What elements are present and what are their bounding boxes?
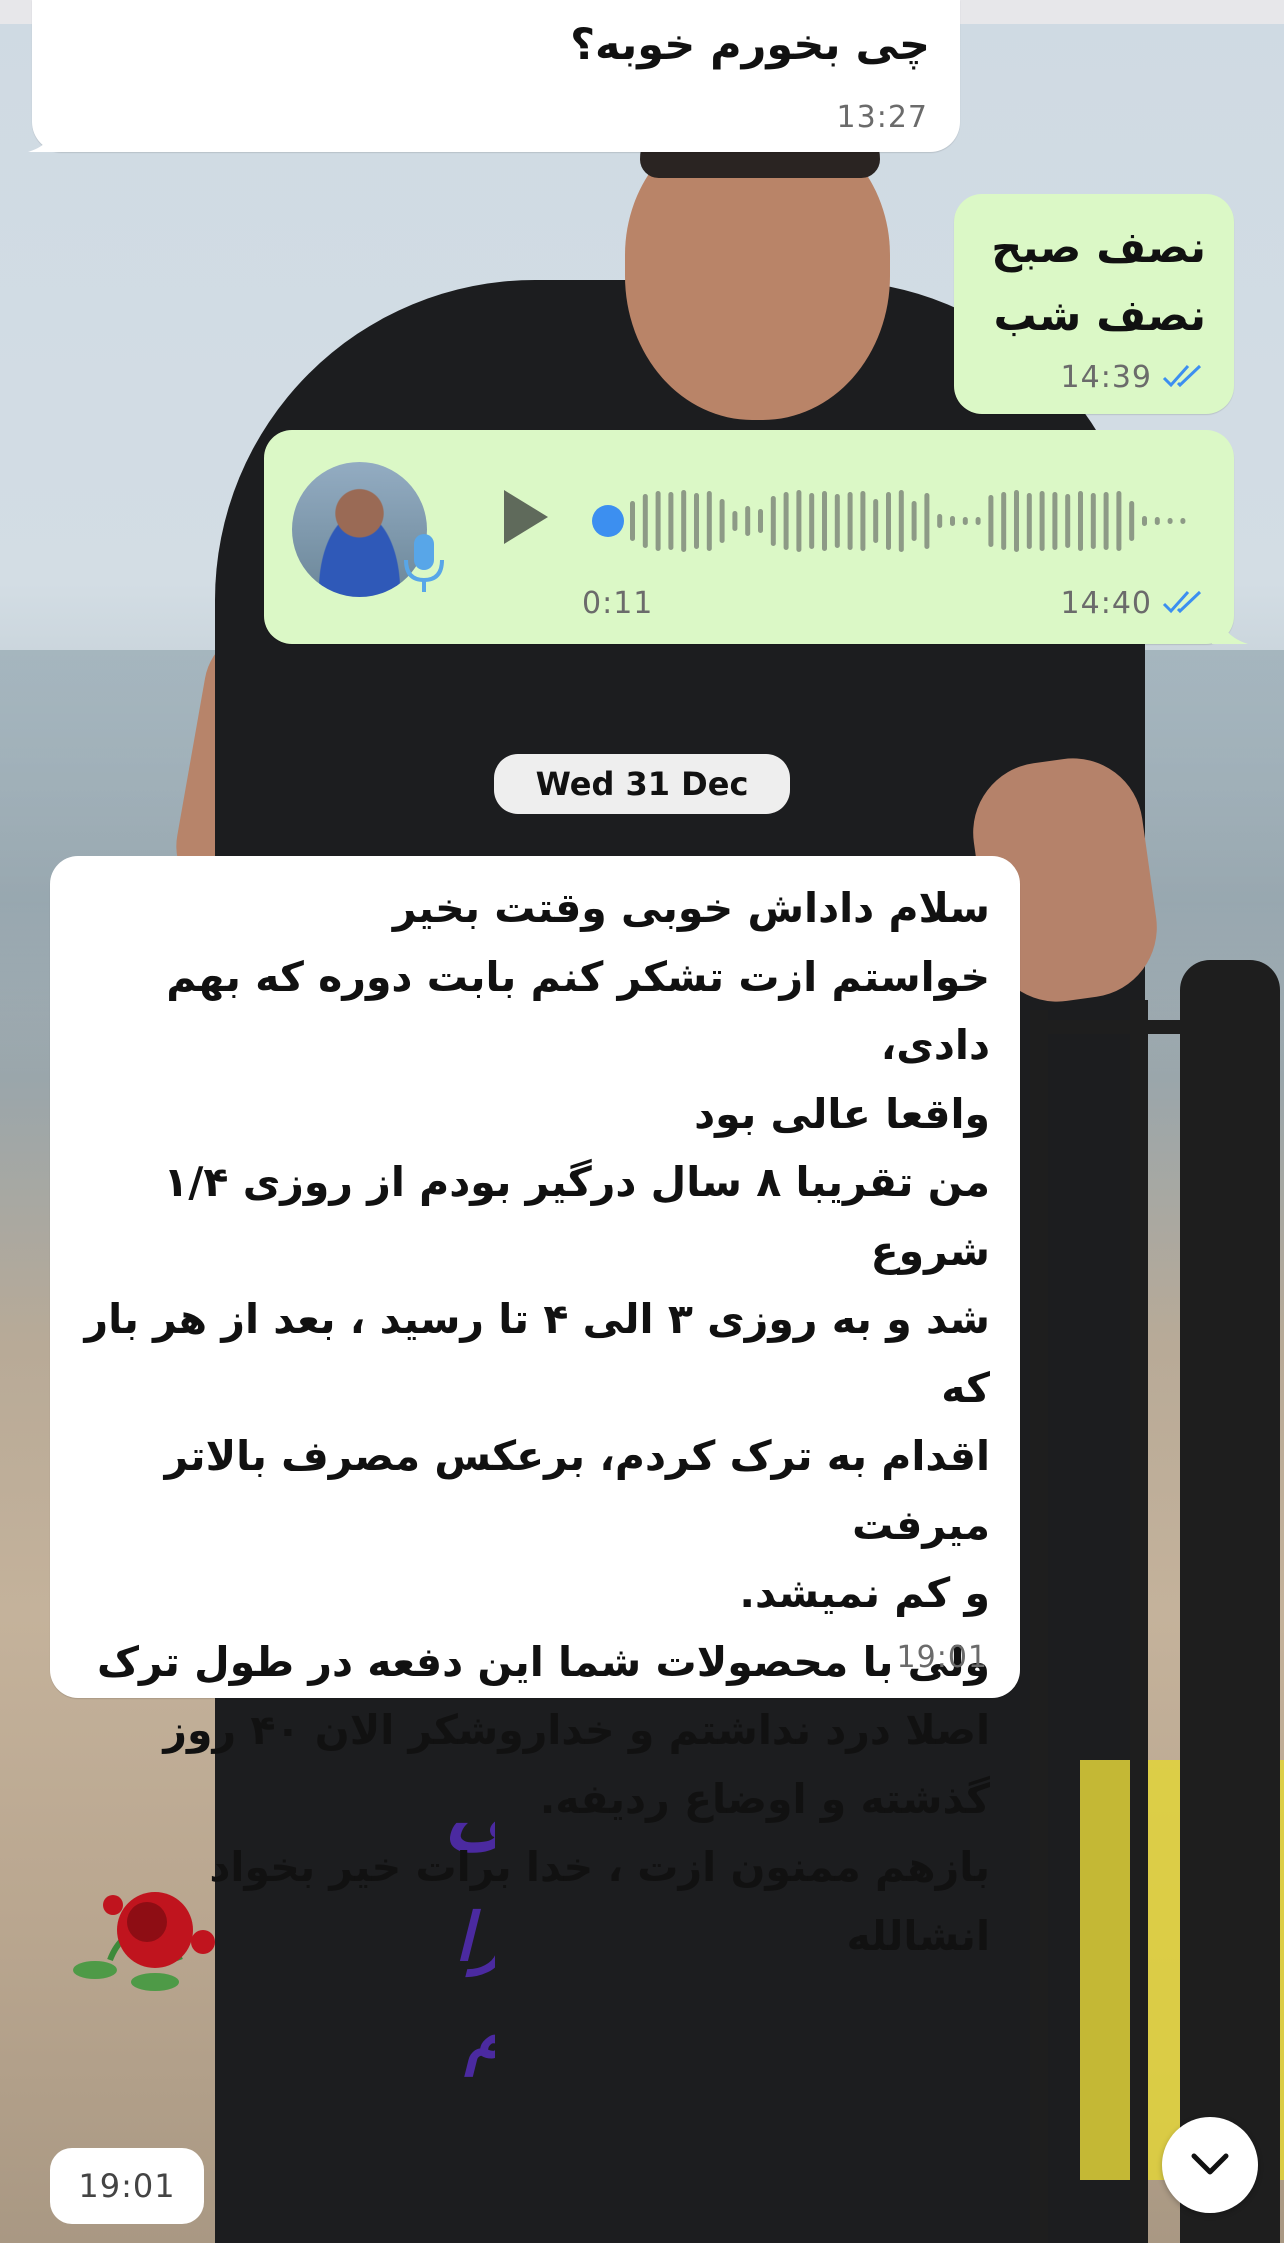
chevron-down-icon — [1191, 2153, 1229, 2175]
calligraphy-line-3: برایت آرزو دارم — [464, 1995, 495, 2078]
waveform-bar — [655, 491, 661, 551]
waveform-bar — [950, 516, 955, 526]
waveform-bar — [1154, 517, 1160, 525]
outgoing-message[interactable]: نصف صبح نصف شب 14:39 — [954, 194, 1234, 414]
waveform-bar — [1039, 491, 1045, 551]
waveform-bar — [1014, 490, 1019, 552]
waveform-bar — [937, 514, 943, 528]
waveform-bar — [630, 501, 635, 541]
waveform-bar — [732, 511, 738, 531]
waveform-bar — [642, 494, 648, 548]
waveform-bar — [1116, 491, 1122, 551]
message-text: سلام داداش خوبی وقتت بخیر خواستم ازت تشک… — [84, 884, 991, 1960]
waveform-bar — [758, 509, 763, 533]
waveform-bar — [1026, 493, 1032, 549]
waveform-bar — [745, 506, 751, 536]
waveform-bar — [809, 493, 815, 549]
waveform-bar — [706, 491, 712, 551]
waveform-bar — [975, 517, 981, 525]
waveform-bar — [1103, 492, 1109, 550]
waveform-bar — [1052, 492, 1058, 550]
scroll-to-bottom-button[interactable] — [1162, 2117, 1258, 2213]
mic-icon — [404, 534, 444, 592]
message-line: نصف صبح — [991, 223, 1206, 273]
waveform-bar — [1142, 516, 1147, 526]
waveform-bar — [898, 490, 904, 552]
waveform-bar — [886, 492, 891, 550]
date-separator: Wed 31 Dec — [494, 754, 790, 814]
incoming-message[interactable]: چی بخورم خوبه؟ 13:27 — [28, 0, 960, 152]
waveform-bar — [873, 499, 879, 543]
waveform-bar — [1001, 492, 1007, 550]
waveform-bar — [911, 501, 917, 541]
message-line: نصف شب — [993, 291, 1206, 341]
message-time: 14:39 — [1060, 360, 1152, 395]
waveform-bar — [1078, 491, 1083, 551]
waveform-bar — [988, 495, 994, 547]
read-receipt-icon — [1162, 364, 1202, 388]
message-time: 19:01 — [896, 1640, 988, 1675]
waveform-bar — [668, 492, 674, 550]
message-text: چی بخورم خوبه؟ — [570, 20, 930, 70]
waveform-bar — [1090, 493, 1096, 549]
bubble-tail — [28, 112, 68, 152]
play-icon[interactable] — [496, 486, 552, 548]
image-message-time: 19:01 — [50, 2148, 204, 2224]
waveform-bar — [1065, 494, 1071, 548]
message-time: 14:40 — [1060, 586, 1152, 621]
waveform-bar — [694, 493, 699, 549]
waveform-bar — [847, 492, 853, 550]
incoming-message[interactable]: سلام داداش خوبی وقتت بخیر خواستم ازت تشک… — [50, 856, 1020, 1960]
waveform-bar — [681, 490, 687, 552]
waveform-bar — [924, 493, 930, 549]
waveform-bar — [796, 490, 802, 552]
waveform-bar — [1167, 518, 1173, 524]
waveform-bar — [770, 496, 776, 546]
photo-fence — [1030, 960, 1284, 2243]
bubble-tail — [1212, 604, 1248, 644]
voice-duration: 0:11 — [582, 586, 654, 621]
read-receipt-icon — [1162, 590, 1202, 614]
waveform-bar — [834, 494, 840, 548]
message-time: 13:27 — [836, 100, 928, 135]
waveform-bar — [719, 499, 725, 543]
voice-message[interactable]: 0:11 14:40 — [264, 430, 1248, 644]
waveform-bar — [783, 492, 789, 550]
message-text: نصف صبح نصف شب — [991, 214, 1206, 350]
waveform-bar — [1180, 518, 1186, 524]
waveform-bar — [822, 491, 827, 551]
waveform-bar — [962, 517, 968, 525]
waveform-bar — [860, 491, 866, 551]
waveform-bar — [1129, 501, 1135, 541]
voice-waveform[interactable] — [590, 486, 1190, 556]
